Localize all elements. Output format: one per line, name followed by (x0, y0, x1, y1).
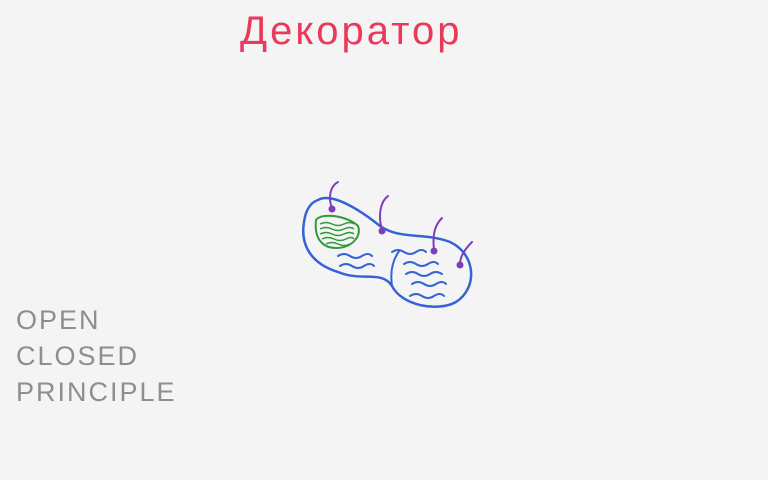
page-title: Декоратор (240, 9, 463, 53)
divider-curve (390, 249, 401, 287)
inner-hatching (319, 221, 355, 247)
hook-dots (328, 205, 464, 269)
principle-line-open: OPEN (16, 305, 101, 335)
wave-lines-left (337, 253, 375, 269)
wave-lines-right (391, 249, 447, 299)
principle-line-principle: PRINCIPLE (16, 377, 177, 407)
principle-line-closed: CLOSED (16, 341, 140, 371)
decorator-sketch (302, 181, 473, 308)
principle-caption: OPEN CLOSED PRINCIPLE (16, 302, 236, 410)
wrapper-outline (302, 196, 473, 308)
